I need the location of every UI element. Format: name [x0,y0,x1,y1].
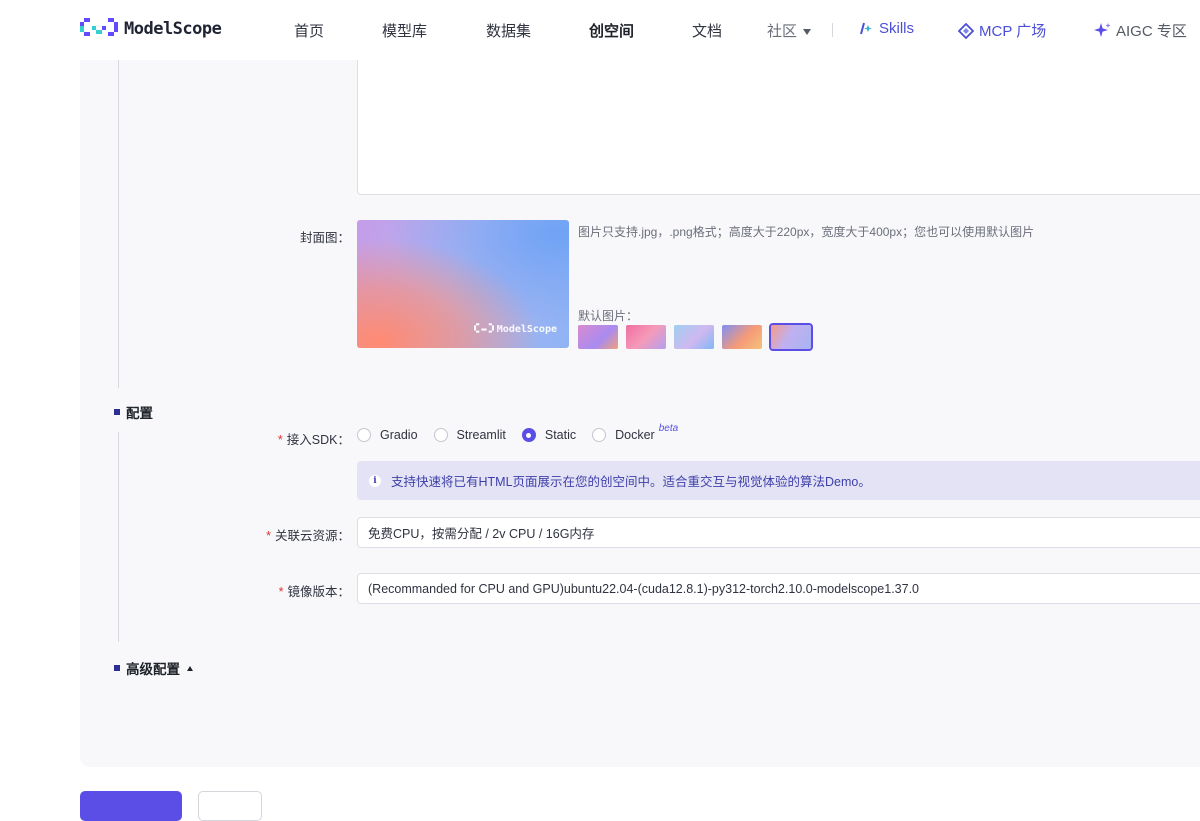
cover-watermark-text: ModelScope [496,323,557,335]
sdk-label-text: 接入SDK： [286,433,350,447]
resource-select[interactable]: 免费CPU，按需分配 / 2v CPU / 16G内存 [357,517,1200,548]
sdk-info-text: 支持快速将已有HTML页面展示在您的创空间中。适合重交互与视觉体验的算法Demo… [391,475,871,489]
cover-label: 封面图： [299,231,350,245]
advanced-config-title: 高级配置 [126,662,180,677]
cancel-button[interactable] [198,791,262,821]
nav-item-community[interactable]: 社区 [767,20,812,41]
default-thumb-5[interactable] [769,323,813,351]
cover-watermark: ModelScope [473,323,557,335]
image-version-label: * 镜像版本： [278,585,350,599]
sparkle-icon [1094,23,1111,37]
sdk-info-alert: i 支持快速将已有HTML页面展示在您的创空间中。适合重交互与视觉体验的算法De… [357,461,1200,500]
sdk-label: * 接入SDK： [277,433,350,447]
radio-selected-icon [521,428,536,442]
radio-icon [357,428,371,442]
nav-link-aigc-label: AIGC 专区 [1116,23,1187,40]
image-version-label-text: 镜像版本： [287,585,350,599]
chevron-down-icon [803,29,812,36]
resource-label-text: 关联云资源： [274,529,350,543]
section-marker-icon [114,665,120,671]
skills-icon [860,22,872,35]
default-images-label: 默认图片： [578,309,639,323]
image-version-select[interactable]: (Recommanded for CPU and GPU)ubuntu22.04… [357,573,1200,604]
config-section-title-text: 配置 [126,406,153,421]
modelscope-logo-icon [80,18,118,36]
nav-community-label: 社区 [767,23,798,40]
sdk-option-docker[interactable]: Docker beta [592,423,678,442]
nav-item-models[interactable]: 模型库 [382,20,427,41]
default-thumb-1[interactable] [578,325,618,349]
image-version-value: (Recommanded for CPU and GPU)ubuntu22.04… [368,581,920,596]
radio-icon [433,428,448,442]
sdk-option-label: Streamlit [456,428,506,442]
nav-item-home[interactable]: 首页 [294,20,324,41]
submit-button[interactable] [80,791,182,821]
sdk-option-gradio[interactable]: Gradio [357,428,418,442]
sdk-option-static[interactable]: Static [521,428,577,442]
nav-link-mcp[interactable]: MCP 广场 [958,20,1046,41]
brand-name: ModelScope [124,19,222,39]
default-thumb-4[interactable] [722,325,762,349]
nav-link-skills[interactable]: Skills [859,20,914,37]
info-icon: i [369,474,381,487]
sdk-option-streamlit[interactable]: Streamlit [433,428,506,442]
sdk-option-label: Static [544,428,577,442]
nav-divider [832,23,833,37]
modelscope-logo-icon [473,323,494,333]
default-thumb-3[interactable] [674,325,714,349]
nav-item-datasets[interactable]: 数据集 [486,20,531,41]
config-guide-line [118,432,119,642]
default-thumb-2[interactable] [626,325,666,349]
cover-hint: 图片只支持.jpg，.png格式；高度大于220px，宽度大于400px；您也可… [578,225,1035,239]
sdk-option-label: Gradio [380,428,418,442]
cover-image-preview[interactable]: ModelScope [357,220,569,348]
caret-up-icon [187,665,193,671]
beta-badge: beta [658,422,679,434]
config-section-title: 配置 [114,402,153,422]
description-textarea[interactable] [357,50,1200,195]
section-guide-line [118,60,119,388]
top-nav: ModelScope 首页 模型库 数据集 创空间 文档 社区 Skills M… [0,0,1200,60]
nav-link-aigc[interactable]: AIGC 专区 [1094,20,1187,41]
brand-logo[interactable]: ModelScope [80,18,222,40]
nav-link-skills-label: Skills [879,20,915,37]
nav-item-studios[interactable]: 创空间 [589,20,634,41]
nav-link-mcp-label: MCP 广场 [979,23,1047,40]
mcp-icon [958,22,974,39]
radio-icon [592,428,607,442]
resource-label: * 关联云资源： [266,529,350,543]
sdk-radio-group: Gradio Streamlit Static Docker beta [357,423,694,442]
section-marker-icon [114,409,120,415]
sdk-option-label: Docker [615,428,655,442]
advanced-config-toggle[interactable]: 高级配置 [114,658,193,678]
nav-item-docs[interactable]: 文档 [692,20,722,41]
resource-select-value: 免费CPU，按需分配 / 2v CPU / 16G内存 [368,527,595,541]
